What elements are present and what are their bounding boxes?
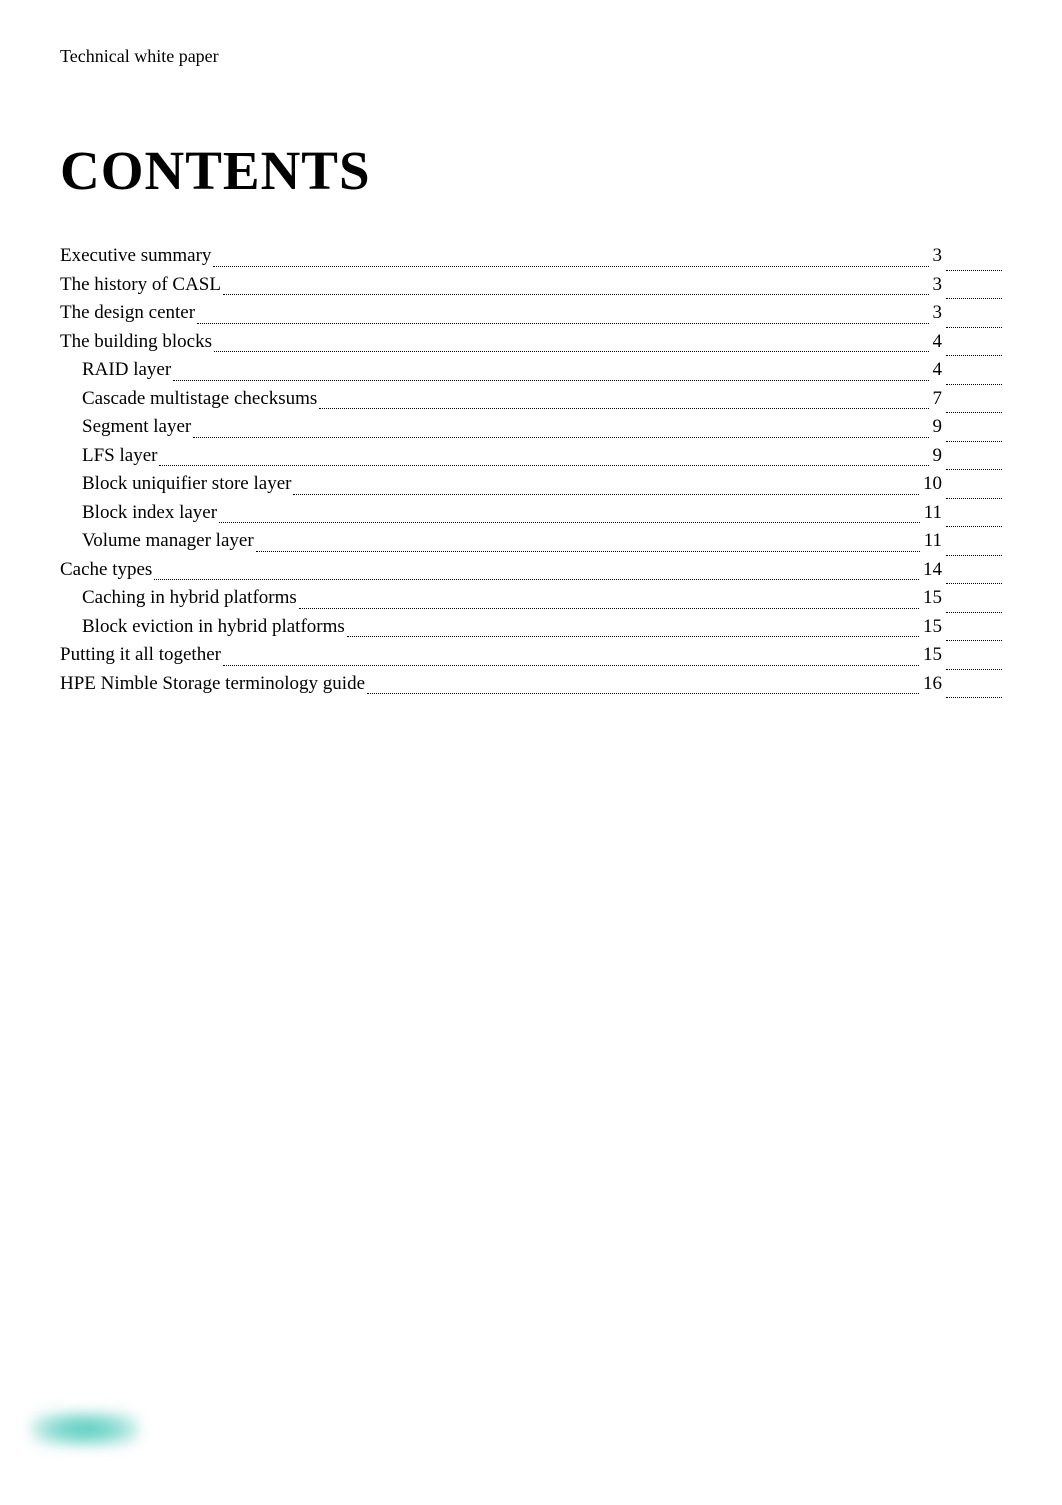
toc-leader-dots <box>319 394 928 409</box>
page: Technical white paper CONTENTS Executive… <box>0 0 1062 1505</box>
toc-entry-page: 3 <box>933 242 945 271</box>
toc-entry-title: RAID layer <box>82 356 171 385</box>
toc-leader-dots <box>193 422 928 437</box>
toc-leader-dots <box>219 508 920 523</box>
toc-entry-title: The history of CASL <box>60 271 221 300</box>
toc-entry-page: 16 <box>923 670 944 699</box>
table-of-contents: Executive summary 3 The history of CASL … <box>60 242 1002 698</box>
toc-leader-dots <box>197 308 928 323</box>
contents-heading: CONTENTS <box>60 139 1002 202</box>
toc-entry-page: 4 <box>933 356 945 385</box>
toc-entry-title: The design center <box>60 299 195 328</box>
document-type-label: Technical white paper <box>60 46 1002 67</box>
toc-entry-page: 9 <box>933 442 945 471</box>
toc-entry: Block uniquifier store layer 10 <box>60 470 1002 499</box>
toc-leader-dots <box>223 650 919 665</box>
toc-trailing-dots <box>946 455 1002 470</box>
toc-leader-dots <box>159 451 928 466</box>
toc-trailing-dots <box>946 426 1002 441</box>
toc-trailing-dots <box>946 312 1002 327</box>
toc-entry-title: Segment layer <box>82 413 191 442</box>
toc-entry-page: 10 <box>923 470 944 499</box>
toc-entry: The design center 3 <box>60 299 1002 328</box>
toc-entry: Caching in hybrid platforms 15 <box>60 584 1002 613</box>
toc-entry-title: Block eviction in hybrid platforms <box>82 613 345 642</box>
toc-leader-dots <box>293 479 919 494</box>
toc-entry-page: 3 <box>933 271 945 300</box>
toc-entry-title: Block index layer <box>82 499 217 528</box>
footer-logo-blur <box>30 1411 140 1447</box>
toc-leader-dots <box>347 622 919 637</box>
toc-entry: The history of CASL 3 <box>60 271 1002 300</box>
toc-leader-dots <box>223 280 929 295</box>
toc-entry: Volume manager layer 11 <box>60 527 1002 556</box>
toc-entry-title: Volume manager layer <box>82 527 254 556</box>
toc-entry: The building blocks 4 <box>60 328 1002 357</box>
toc-trailing-dots <box>946 597 1002 612</box>
toc-entry-page: 7 <box>933 385 945 414</box>
toc-entry-page: 14 <box>923 556 944 585</box>
toc-entry-title: Putting it all together <box>60 641 221 670</box>
toc-entry-title: Executive summary <box>60 242 211 271</box>
toc-trailing-dots <box>946 284 1002 299</box>
toc-leader-dots <box>256 536 920 551</box>
toc-trailing-dots <box>946 683 1002 698</box>
toc-trailing-dots <box>946 255 1002 270</box>
toc-leader-dots <box>213 251 928 266</box>
toc-entry-title: Caching in hybrid platforms <box>82 584 297 613</box>
toc-entry-page: 11 <box>924 499 944 528</box>
toc-leader-dots <box>299 593 919 608</box>
toc-leader-dots <box>214 337 929 352</box>
toc-entry: HPE Nimble Storage terminology guide 16 <box>60 670 1002 699</box>
toc-entry-page: 9 <box>933 413 945 442</box>
toc-entry-page: 3 <box>933 299 945 328</box>
toc-leader-dots <box>173 365 928 380</box>
toc-entry: RAID layer 4 <box>60 356 1002 385</box>
toc-entry-title: LFS layer <box>82 442 157 471</box>
toc-entry-title: HPE Nimble Storage terminology guide <box>60 670 365 699</box>
toc-entry: LFS layer 9 <box>60 442 1002 471</box>
toc-entry: Segment layer 9 <box>60 413 1002 442</box>
toc-entry-page: 15 <box>923 584 944 613</box>
toc-trailing-dots <box>946 569 1002 584</box>
toc-trailing-dots <box>946 341 1002 356</box>
toc-entry: Block eviction in hybrid platforms 15 <box>60 613 1002 642</box>
toc-trailing-dots <box>946 483 1002 498</box>
toc-leader-dots <box>154 565 919 580</box>
toc-entry-page: 4 <box>933 328 945 357</box>
toc-entry-title: Block uniquifier store layer <box>82 470 291 499</box>
toc-trailing-dots <box>946 512 1002 527</box>
toc-entry: Cascade multistage checksums 7 <box>60 385 1002 414</box>
toc-entry: Block index layer 11 <box>60 499 1002 528</box>
toc-entry-page: 15 <box>923 641 944 670</box>
toc-entry-title: The building blocks <box>60 328 212 357</box>
toc-trailing-dots <box>946 398 1002 413</box>
toc-trailing-dots <box>946 369 1002 384</box>
toc-trailing-dots <box>946 626 1002 641</box>
toc-entry: Executive summary 3 <box>60 242 1002 271</box>
toc-entry-page: 15 <box>923 613 944 642</box>
toc-entry-title: Cache types <box>60 556 152 585</box>
toc-entry-title: Cascade multistage checksums <box>82 385 317 414</box>
toc-entry: Putting it all together 15 <box>60 641 1002 670</box>
toc-entry-page: 11 <box>924 527 944 556</box>
toc-entry: Cache types 14 <box>60 556 1002 585</box>
toc-trailing-dots <box>946 540 1002 555</box>
toc-leader-dots <box>367 679 919 694</box>
toc-trailing-dots <box>946 654 1002 669</box>
